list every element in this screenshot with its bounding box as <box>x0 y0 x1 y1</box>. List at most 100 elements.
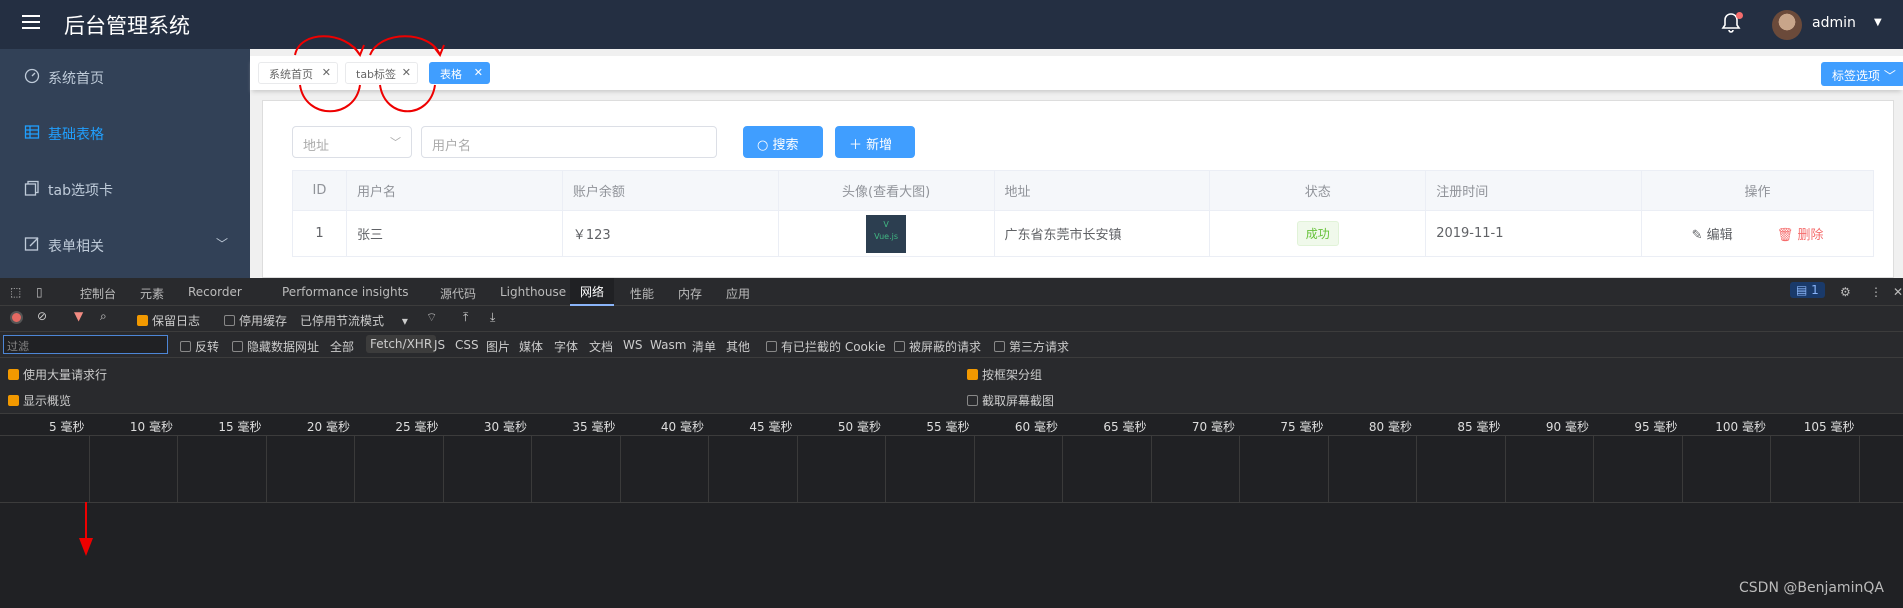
close-devtools-icon[interactable]: ✕ <box>1893 285 1903 299</box>
filter-type-ws[interactable]: WS <box>623 338 642 352</box>
ruler-gridline <box>1239 436 1240 502</box>
big-rows-label: 使用大量请求行 <box>23 368 108 382</box>
inspect-icon[interactable]: ⬚ <box>10 285 21 299</box>
avatar[interactable] <box>1772 10 1802 40</box>
menu-collapse-icon[interactable] <box>22 15 40 29</box>
filter-type-other[interactable]: 其他 <box>726 338 750 355</box>
tab-performance[interactable]: 性能 <box>630 285 654 302</box>
username-input[interactable]: 用户名 <box>421 126 717 158</box>
throttle-label: 已停用节流模式 <box>300 314 385 328</box>
plus-icon: ＋ <box>849 138 863 153</box>
column-header[interactable]: 用户名 <box>345 170 563 211</box>
blocked-cookies-checkbox[interactable]: 有已拦截的 Cookie <box>766 338 886 355</box>
wifi-icon[interactable]: ⌔ <box>426 310 437 325</box>
devtools-tabbar: ⬚ ▯ 控制台 元素 Recorder Performance insights… <box>0 278 1903 306</box>
big-rows-checkbox[interactable]: 使用大量请求行 <box>8 366 107 383</box>
cell-avatar: V Vue.js <box>777 210 995 257</box>
tab-elements[interactable]: 元素 <box>140 285 164 302</box>
gear-icon[interactable]: ⚙ <box>1840 285 1851 299</box>
tab-lighthouse[interactable]: Lighthouse <box>500 285 566 299</box>
disable-cache-label: 停用缓存 <box>239 314 288 328</box>
tab-console[interactable]: 控制台 <box>80 285 116 302</box>
search-icon[interactable]: ⌕ <box>100 309 107 324</box>
search-button[interactable]: ○ 搜索 <box>743 126 823 158</box>
third-party-label: 第三方请求 <box>1009 340 1070 354</box>
checkbox-icon <box>967 395 978 406</box>
checkbox-checked-icon <box>8 369 19 380</box>
issues-badge[interactable]: ▤ 1 <box>1790 282 1825 298</box>
more-icon[interactable]: ⋮ <box>1870 285 1882 299</box>
group-by-frame-checkbox[interactable]: 按框架分组 <box>967 366 1042 383</box>
filter-input[interactable]: 过滤 <box>3 335 168 354</box>
chevron-down-icon: ﹀ <box>390 136 401 149</box>
tags-bar: 系统首页 ✕ tab标签 ✕ 表格 ✕ <box>250 56 1903 90</box>
sidebar-item-forms[interactable]: 表单相关 ﹀ <box>0 217 250 273</box>
filter-type-img[interactable]: 图片 <box>486 338 510 355</box>
ruler-gridline <box>973 436 975 502</box>
tab-recorder[interactable]: Recorder <box>188 285 242 299</box>
avatar-thumbnail[interactable]: V Vue.js <box>866 214 907 253</box>
preserve-log-checkbox[interactable]: 保留日志 <box>137 312 200 329</box>
sidebar-item-table[interactable]: 基础表格 <box>0 105 250 161</box>
column-header[interactable]: 头像(查看大图) <box>777 170 995 211</box>
sidebar-item-home[interactable]: 系统首页 <box>0 49 250 105</box>
address-select[interactable]: 地址 ﹀ <box>292 126 412 158</box>
username-label[interactable]: admin <box>1812 15 1856 31</box>
ruler-tick-label: 25 毫秒 <box>395 420 439 434</box>
sidebar-item-tabs[interactable]: tab选项卡 <box>0 161 250 217</box>
add-button[interactable]: ＋ 新增 <box>835 126 915 158</box>
preserve-log-label: 保留日志 <box>152 314 201 328</box>
sidebar: 系统首页 基础表格 tab选项卡 表单相关 ﹀ <box>0 49 250 278</box>
filter-type-fetch-xhr[interactable]: Fetch/XHR <box>366 335 437 353</box>
ruler-gridline <box>1062 436 1063 502</box>
edit-button[interactable]: ✎ 编辑 <box>1692 228 1733 243</box>
disable-cache-checkbox[interactable]: 停用缓存 <box>224 312 287 329</box>
tab-sources[interactable]: 源代码 <box>440 285 476 302</box>
column-header[interactable]: 地址 <box>993 170 1211 211</box>
ruler-tick-label: 95 毫秒 <box>1634 420 1678 434</box>
clear-icon[interactable]: ⊘ <box>37 309 47 323</box>
chat-icon: ▤ <box>1796 283 1808 297</box>
tab-memory[interactable]: 内存 <box>678 285 702 302</box>
column-header[interactable]: 注册时间 <box>1425 170 1643 211</box>
record-icon[interactable] <box>10 311 23 324</box>
bell-icon[interactable] <box>1721 12 1745 36</box>
download-icon[interactable]: ⤓ <box>490 310 495 325</box>
edit-icon <box>24 236 40 252</box>
tag-options-button[interactable]: 标签选项 ﹀ <box>1821 62 1903 86</box>
search-button-label: 搜索 <box>772 138 799 153</box>
blocked-requests-checkbox[interactable]: 被屏蔽的请求 <box>894 338 981 355</box>
column-header[interactable]: 账户余额 <box>561 170 779 211</box>
filter-icon[interactable]: ▼ <box>74 309 83 323</box>
filter-type-media[interactable]: 媒体 <box>519 338 543 355</box>
filter-type-wasm[interactable]: Wasm <box>650 338 686 352</box>
caret-down-icon[interactable]: ▼ <box>1874 17 1882 28</box>
username-input-placeholder: 用户名 <box>432 139 472 154</box>
filter-type-font[interactable]: 字体 <box>554 338 578 355</box>
issues-count: 1 <box>1811 283 1819 297</box>
filter-type-all[interactable]: 全部 <box>330 338 354 355</box>
device-toolbar-icon[interactable]: ▯ <box>36 285 43 299</box>
column-header[interactable]: 状态 <box>1209 170 1427 211</box>
cell-balance: ￥123 <box>561 210 779 257</box>
third-party-checkbox[interactable]: 第三方请求 <box>994 338 1069 355</box>
tab-network[interactable]: 网络 <box>570 278 615 306</box>
tab-application[interactable]: 应用 <box>726 285 750 302</box>
ruler-tick-label: 40 毫秒 <box>660 420 704 434</box>
filter-type-manifest[interactable]: 清单 <box>692 338 716 355</box>
ruler-gridline <box>708 436 709 502</box>
filter-type-css[interactable]: CSS <box>455 338 479 352</box>
tab-performance-insights[interactable]: Performance insights <box>282 285 409 299</box>
hide-data-urls-checkbox[interactable]: 隐藏数据网址 <box>232 338 319 355</box>
filter-type-js[interactable]: JS <box>434 338 445 352</box>
upload-icon[interactable]: ⤒ <box>463 310 468 325</box>
filter-type-doc[interactable]: 文档 <box>589 338 613 355</box>
invert-checkbox[interactable]: 反转 <box>180 338 219 355</box>
capture-screenshots-checkbox[interactable]: 截取屏幕截图 <box>967 392 1054 409</box>
column-header[interactable]: ID <box>292 170 347 211</box>
hide-data-urls-label: 隐藏数据网址 <box>247 340 320 354</box>
show-overview-checkbox[interactable]: 显示概览 <box>8 392 71 409</box>
throttle-select[interactable]: 已停用节流模式 ▾ <box>300 312 408 329</box>
delete-button[interactable]: 🗑 删除 <box>1777 228 1824 243</box>
delete-button-label: 删除 <box>1797 228 1824 243</box>
